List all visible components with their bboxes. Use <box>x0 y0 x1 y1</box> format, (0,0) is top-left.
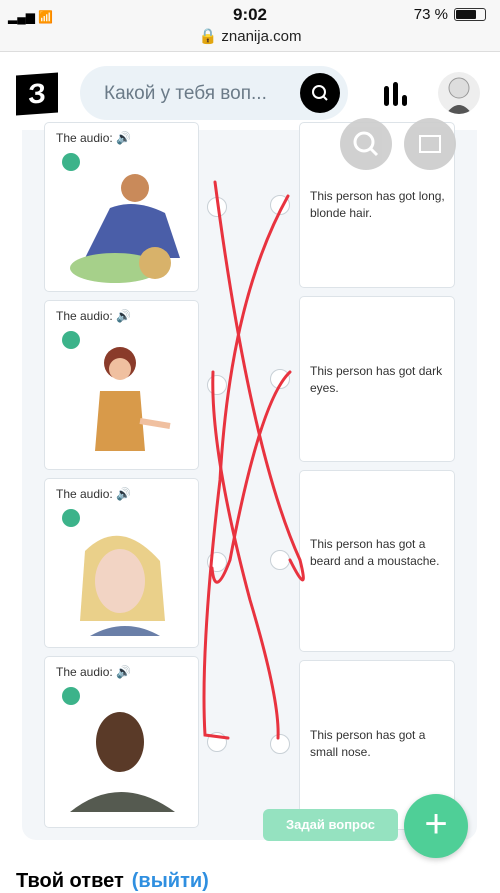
right-radio[interactable] <box>270 734 290 754</box>
battery-percent: 73 % <box>413 6 448 23</box>
left-radio[interactable] <box>207 197 227 217</box>
statement-text: This person has got dark eyes. <box>310 364 443 395</box>
audio-label[interactable]: The audio: 🔊 <box>56 131 131 145</box>
left-radio[interactable] <box>207 732 227 752</box>
battery: 73 % <box>414 6 486 23</box>
right-radio[interactable] <box>270 195 290 215</box>
image-fab[interactable] <box>404 118 456 170</box>
add-question-button[interactable]: + <box>404 794 468 858</box>
left-radio[interactable] <box>207 375 227 395</box>
stats-icon[interactable] <box>384 82 410 106</box>
image-card: The audio: 🔊 <box>44 656 199 828</box>
image-card: The audio: 🔊 <box>44 122 199 292</box>
statement-text: This person has got a small nose. <box>310 728 426 759</box>
statement-card: This person has got dark eyes. <box>299 296 455 462</box>
statement-text: This person has got a beard and a mousta… <box>310 537 440 568</box>
right-radio[interactable] <box>270 550 290 570</box>
search-placeholder: Какой у тебя воп... <box>104 83 267 104</box>
url-text: znanija.com <box>221 28 302 45</box>
status-bar: ▂▄▆ 📶 9:02 🔒 znanija.com 73 % <box>0 0 500 52</box>
search-button[interactable] <box>300 73 340 113</box>
audio-label[interactable]: The audio: 🔊 <box>56 309 131 323</box>
plus-icon: + <box>424 802 448 846</box>
ask-question-button[interactable]: Задай вопрос <box>263 809 398 841</box>
search-input[interactable]: Какой у тебя воп... <box>80 66 348 120</box>
search-fab[interactable] <box>340 118 392 170</box>
person-illustration <box>80 535 165 636</box>
battery-icon <box>454 8 486 21</box>
right-radio[interactable] <box>270 369 290 389</box>
audio-label[interactable]: The audio: 🔊 <box>56 665 131 679</box>
person-illustration <box>95 347 171 451</box>
image-card: The audio: 🔊 <box>44 478 199 648</box>
image-card: The audio: 🔊 <box>44 300 199 470</box>
logo[interactable]: З <box>16 72 58 116</box>
audio-label[interactable]: The audio: 🔊 <box>56 487 131 501</box>
answer-heading: Твой ответ (выйти) <box>16 870 209 893</box>
url-bar[interactable]: 🔒 znanija.com <box>0 27 500 45</box>
person-illustration <box>70 712 175 812</box>
left-radio[interactable] <box>207 552 227 572</box>
search-icon <box>353 131 379 157</box>
statement-text: This person has got long, blonde hair. <box>310 189 445 220</box>
statement-card: This person has got a beard and a mousta… <box>299 470 455 652</box>
avatar[interactable] <box>438 72 480 114</box>
search-icon <box>312 85 328 101</box>
image-icon <box>419 135 441 153</box>
person-illustration <box>70 174 180 283</box>
